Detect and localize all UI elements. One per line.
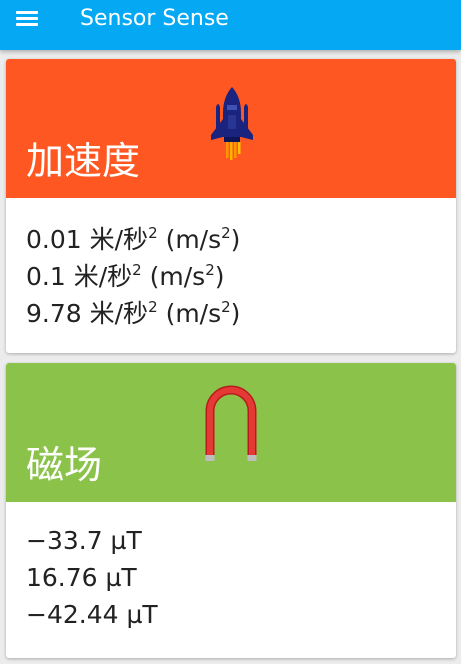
magnetic-field-title: 磁场 xyxy=(26,443,103,487)
magnet-icon xyxy=(205,385,257,461)
accelerometer-reading-x: 0.01 米/秒2 (m/s2) xyxy=(26,221,240,258)
accelerometer-card[interactable]: 加速度 0.01 米/秒2 (m/s2) 0.1 米/秒2 (m/s2) 9.7… xyxy=(6,59,456,353)
reading-unit-alt: (m/s xyxy=(149,262,206,291)
magnetic-field-reading-x: −33.7 µT xyxy=(26,526,142,555)
reading-exponent: 2 xyxy=(148,224,158,242)
reading-unit: 米/秒 xyxy=(89,299,149,328)
rocket-icon xyxy=(211,87,253,160)
app-title: Sensor Sense xyxy=(80,6,229,31)
magnetic-field-reading-y: 16.76 µT xyxy=(26,563,137,592)
menu-icon-bar xyxy=(16,17,38,20)
magnetic-field-reading-z: −42.44 µT xyxy=(26,600,158,629)
accelerometer-readings: 0.01 米/秒2 (m/s2) 0.1 米/秒2 (m/s2) 9.78 米/… xyxy=(26,221,240,332)
reading-paren: ) xyxy=(230,225,241,254)
reading-exponent-alt: 2 xyxy=(205,261,215,279)
app-bar: Sensor Sense xyxy=(0,0,461,50)
magnetic-field-readings: −33.7 µT 16.76 µT −42.44 µT xyxy=(26,522,158,633)
reading-exponent-alt: 2 xyxy=(221,224,231,242)
accelerometer-reading-z: 9.78 米/秒2 (m/s2) xyxy=(26,295,240,332)
reading-value: 9.78 xyxy=(26,299,82,328)
magnetic-field-card[interactable]: 磁场 −33.7 µT 16.76 µT −42.44 µT xyxy=(6,363,456,658)
accelerometer-title: 加速度 xyxy=(26,139,141,183)
reading-value: 0.01 xyxy=(26,225,82,254)
reading-paren: ) xyxy=(214,262,225,291)
reading-unit-alt: (m/s xyxy=(165,225,222,254)
accelerometer-card-header: 加速度 xyxy=(6,59,456,198)
menu-icon-bar xyxy=(16,23,38,26)
accelerometer-reading-y: 0.1 米/秒2 (m/s2) xyxy=(26,258,240,295)
reading-unit: 米/秒 xyxy=(73,262,133,291)
menu-icon-bar xyxy=(16,11,38,14)
reading-unit: 米/秒 xyxy=(89,225,149,254)
reading-paren: ) xyxy=(230,299,241,328)
menu-icon[interactable] xyxy=(14,8,40,30)
reading-value: 0.1 xyxy=(26,262,66,291)
magnetic-field-card-header: 磁场 xyxy=(6,363,456,502)
reading-unit-alt: (m/s xyxy=(165,299,222,328)
reading-exponent: 2 xyxy=(132,261,142,279)
reading-exponent-alt: 2 xyxy=(221,298,231,316)
reading-exponent: 2 xyxy=(148,298,158,316)
